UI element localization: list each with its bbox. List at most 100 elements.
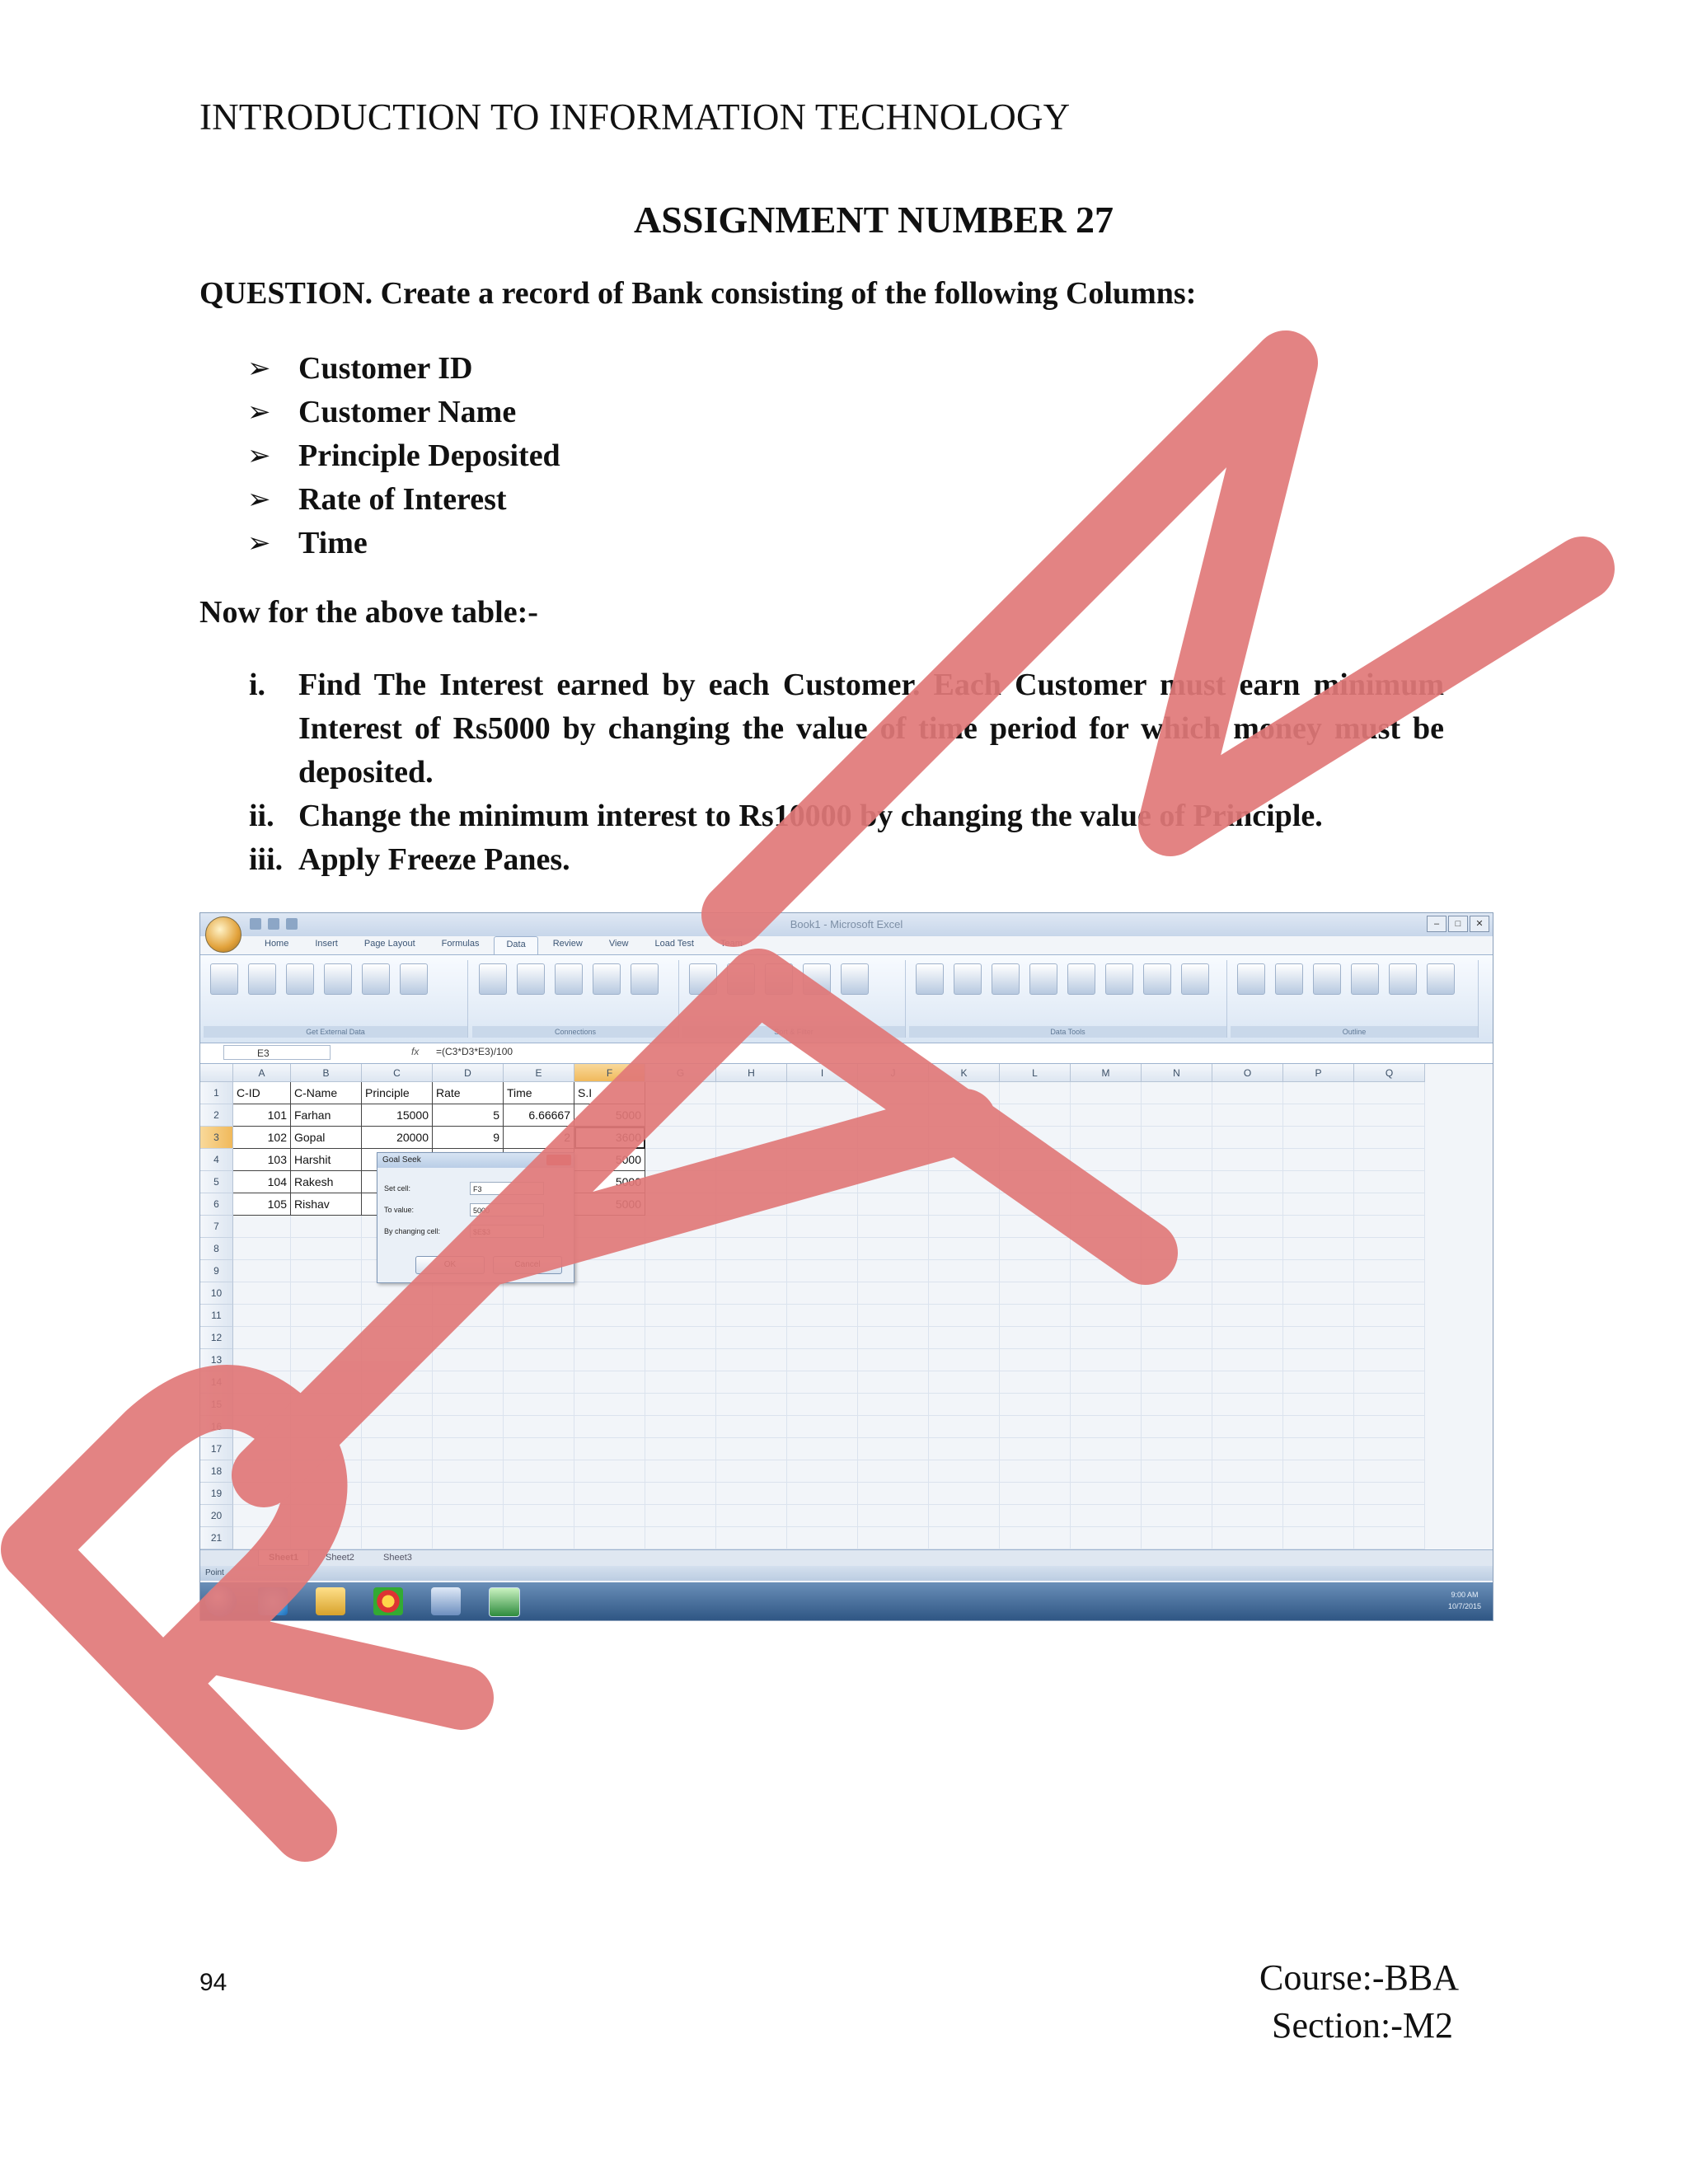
- grid-cell[interactable]: [362, 1282, 433, 1305]
- row-header[interactable]: 12: [200, 1327, 233, 1349]
- grid-cell[interactable]: [291, 1527, 362, 1549]
- grid-cell[interactable]: [716, 1527, 787, 1549]
- grid-cell[interactable]: [858, 1327, 929, 1349]
- grid-cell[interactable]: [362, 1527, 433, 1549]
- grid-cell[interactable]: [1000, 1371, 1071, 1394]
- column-header[interactable]: N: [1142, 1064, 1212, 1082]
- column-header[interactable]: F: [574, 1064, 645, 1082]
- grid-cell[interactable]: [1283, 1505, 1354, 1527]
- grid-cell[interactable]: [1142, 1438, 1212, 1460]
- table-cell[interactable]: 101: [233, 1104, 291, 1127]
- grid-cell[interactable]: [433, 1282, 504, 1305]
- grid-cell[interactable]: [433, 1483, 504, 1505]
- column-header[interactable]: I: [787, 1064, 858, 1082]
- grid-cell[interactable]: [1071, 1082, 1142, 1104]
- name-box[interactable]: E3: [223, 1045, 331, 1060]
- grid-cell[interactable]: [645, 1371, 716, 1394]
- grid-cell[interactable]: [858, 1216, 929, 1238]
- grid-cell[interactable]: [1212, 1082, 1283, 1104]
- grid-cell[interactable]: [1142, 1149, 1212, 1171]
- grid-cell[interactable]: [1212, 1416, 1283, 1438]
- grid-cell[interactable]: [1354, 1216, 1425, 1238]
- grid-cell[interactable]: [716, 1127, 787, 1149]
- grid-cell[interactable]: [858, 1460, 929, 1483]
- grid-cell[interactable]: [362, 1349, 433, 1371]
- grid-cell[interactable]: [574, 1327, 645, 1349]
- grid-cell[interactable]: [1071, 1193, 1142, 1216]
- grid-cell[interactable]: [787, 1127, 858, 1149]
- grid-cell[interactable]: [1142, 1371, 1212, 1394]
- grid-cell[interactable]: [929, 1127, 1000, 1149]
- row-header[interactable]: 7: [200, 1216, 233, 1238]
- grid-cell[interactable]: [574, 1349, 645, 1371]
- grid-cell[interactable]: [291, 1505, 362, 1527]
- grid-cell[interactable]: [433, 1438, 504, 1460]
- table-cell[interactable]: 5: [433, 1104, 504, 1127]
- ribbon-command-icon[interactable]: [727, 963, 755, 995]
- grid-cell[interactable]: [233, 1527, 291, 1549]
- grid-cell[interactable]: [362, 1371, 433, 1394]
- column-header[interactable]: B: [291, 1064, 362, 1082]
- grid-cell[interactable]: [1283, 1460, 1354, 1483]
- row-header[interactable]: 13: [200, 1349, 233, 1371]
- row-header[interactable]: 11: [200, 1305, 233, 1327]
- grid-cell[interactable]: [1354, 1260, 1425, 1282]
- grid-cell[interactable]: [504, 1438, 574, 1460]
- grid-cell[interactable]: [1212, 1193, 1283, 1216]
- grid-cell[interactable]: [645, 1149, 716, 1171]
- grid-cell[interactable]: [433, 1394, 504, 1416]
- grid-cell[interactable]: [645, 1193, 716, 1216]
- column-header[interactable]: D: [433, 1064, 504, 1082]
- grid-cell[interactable]: [645, 1505, 716, 1527]
- grid-cell[interactable]: [716, 1082, 787, 1104]
- select-all-corner[interactable]: [200, 1064, 233, 1082]
- grid-cell[interactable]: [1142, 1305, 1212, 1327]
- grid-cell[interactable]: [1000, 1527, 1071, 1549]
- grid-cell[interactable]: [1212, 1216, 1283, 1238]
- grid-cell[interactable]: [1142, 1127, 1212, 1149]
- grid-cell[interactable]: [1142, 1171, 1212, 1193]
- grid-cell[interactable]: [716, 1260, 787, 1282]
- table-cell[interactable]: 103: [233, 1149, 291, 1171]
- ribbon-command-icon[interactable]: [210, 963, 238, 995]
- grid-cell[interactable]: [504, 1505, 574, 1527]
- grid-cell[interactable]: [787, 1416, 858, 1438]
- grid-cell[interactable]: [645, 1171, 716, 1193]
- table-cell[interactable]: 104: [233, 1171, 291, 1193]
- ribbon-command-icon[interactable]: [689, 963, 717, 995]
- table-header-cell[interactable]: Time: [504, 1082, 574, 1104]
- grid-cell[interactable]: [1071, 1238, 1142, 1260]
- grid-cell[interactable]: [433, 1460, 504, 1483]
- grid-cell[interactable]: [291, 1349, 362, 1371]
- start-button[interactable]: [205, 1586, 237, 1617]
- grid-cell[interactable]: [1000, 1282, 1071, 1305]
- grid-cell[interactable]: [1283, 1149, 1354, 1171]
- grid-cell[interactable]: [1354, 1305, 1425, 1327]
- grid-cell[interactable]: [1000, 1193, 1071, 1216]
- grid-cell[interactable]: [574, 1394, 645, 1416]
- grid-cell[interactable]: [1142, 1505, 1212, 1527]
- grid-cell[interactable]: [1142, 1460, 1212, 1483]
- grid-cell[interactable]: [858, 1082, 929, 1104]
- table-cell[interactable]: Rishav: [291, 1193, 362, 1216]
- grid-cell[interactable]: [929, 1149, 1000, 1171]
- grid-cell[interactable]: [716, 1394, 787, 1416]
- grid-cell[interactable]: [787, 1216, 858, 1238]
- grid-cell[interactable]: [233, 1416, 291, 1438]
- tab-home[interactable]: Home: [253, 936, 300, 954]
- grid-cell[interactable]: [504, 1371, 574, 1394]
- grid-cell[interactable]: [1000, 1438, 1071, 1460]
- grid-cell[interactable]: [1071, 1371, 1142, 1394]
- grid-cell[interactable]: [1283, 1394, 1354, 1416]
- column-header[interactable]: K: [929, 1064, 1000, 1082]
- table-cell[interactable]: 105: [233, 1193, 291, 1216]
- grid-cell[interactable]: [1283, 1238, 1354, 1260]
- grid-cell[interactable]: [1283, 1527, 1354, 1549]
- grid-cell[interactable]: [1071, 1260, 1142, 1282]
- grid-cell[interactable]: [504, 1416, 574, 1438]
- grid-cell[interactable]: [433, 1505, 504, 1527]
- grid-cell[interactable]: [504, 1349, 574, 1371]
- grid-cell[interactable]: [1000, 1260, 1071, 1282]
- grid-cell[interactable]: [1142, 1527, 1212, 1549]
- grid-cell[interactable]: [574, 1483, 645, 1505]
